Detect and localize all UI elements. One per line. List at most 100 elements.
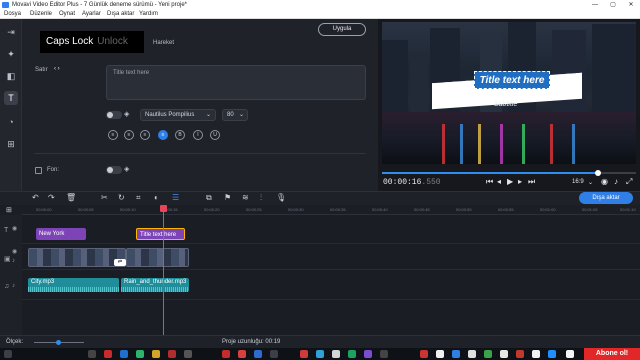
- next-frame-icon[interactable]: ▸: [518, 177, 522, 186]
- video-clip[interactable]: [28, 248, 126, 267]
- start-icon[interactable]: [4, 350, 12, 358]
- preview-title-text[interactable]: Title text here: [474, 71, 550, 89]
- menu-export[interactable]: Dışa aktar: [107, 10, 134, 19]
- audio-clip[interactable]: City.mp3: [28, 278, 119, 292]
- taskbar-app-icon[interactable]: [120, 350, 128, 358]
- menu-help[interactable]: Yardım: [139, 10, 158, 19]
- title-clip[interactable]: New York: [36, 228, 86, 240]
- taskbar-app-icon[interactable]: [300, 350, 308, 358]
- taskbar-app-icon[interactable]: [468, 350, 476, 358]
- font-select[interactable]: Nautilus Pompilius ⌄: [140, 109, 216, 121]
- preview-seek-bar[interactable]: [382, 170, 636, 176]
- taskbar-app-icon[interactable]: [452, 350, 460, 358]
- menu-settings[interactable]: Ayarlar: [82, 10, 101, 19]
- taskbar-app-icon[interactable]: [420, 350, 428, 358]
- taskbar-app-icon[interactable]: [270, 350, 278, 358]
- skip-forward-icon[interactable]: ⏭: [528, 177, 535, 187]
- audio-equalizer-icon[interactable]: ≋: [242, 193, 249, 202]
- menu-edit[interactable]: Düzenle: [30, 10, 52, 19]
- taskbar-app-icon[interactable]: [380, 350, 388, 358]
- zoom-slider-knob[interactable]: [56, 340, 61, 345]
- taskbar-app-icon[interactable]: [348, 350, 356, 358]
- taskbar-app-icon[interactable]: [548, 350, 556, 358]
- taskbar-app-icon[interactable]: [436, 350, 444, 358]
- maximize-button[interactable]: ▢: [604, 0, 622, 10]
- taskbar-app-icon[interactable]: [532, 350, 540, 358]
- seek-knob[interactable]: [595, 170, 601, 176]
- apply-button[interactable]: Uygula: [318, 23, 366, 36]
- subscribe-badge[interactable]: Abone ol!: [584, 348, 640, 360]
- microphone-icon[interactable]: 🎙: [276, 193, 286, 202]
- minimize-button[interactable]: —: [586, 0, 604, 10]
- video-clip[interactable]: [126, 248, 189, 267]
- font-size-select[interactable]: 80 ⌄: [222, 109, 248, 121]
- color-adjust-icon[interactable]: ◐: [154, 193, 159, 202]
- titles-icon[interactable]: T: [4, 91, 18, 105]
- line-nav-arrows[interactable]: ‹ ›: [54, 66, 60, 72]
- taskbar-app-icon[interactable]: [238, 350, 246, 358]
- add-track-icon[interactable]: ⊞: [6, 206, 12, 214]
- italic-button[interactable]: I: [193, 130, 203, 140]
- align-left-button[interactable]: ≡: [108, 130, 118, 140]
- background-toggle[interactable]: [106, 166, 122, 174]
- more-tools-icon[interactable]: ⊞: [4, 137, 18, 151]
- taskbar-app-icon[interactable]: [254, 350, 262, 358]
- fullscreen-icon[interactable]: ⤢: [626, 177, 632, 187]
- clip-properties-icon[interactable]: ☰: [172, 193, 179, 202]
- bold-button[interactable]: B: [175, 130, 185, 140]
- track-mute-icon[interactable]: ♪: [12, 283, 15, 289]
- rotate-icon[interactable]: ↻: [118, 193, 125, 202]
- transitions-icon[interactable]: ◧: [4, 69, 18, 83]
- redo-icon[interactable]: ↷: [48, 193, 55, 202]
- color-fill-icon[interactable]: ◈: [124, 165, 129, 173]
- taskbar-app-icon[interactable]: [152, 350, 160, 358]
- stickers-icon[interactable]: ◔: [4, 115, 18, 129]
- track-mute-icon[interactable]: ♪: [12, 258, 15, 264]
- taskbar-app-icon[interactable]: [222, 350, 230, 358]
- taskbar-app-icon[interactable]: [566, 350, 574, 358]
- flag-icon[interactable]: ⚑: [224, 193, 231, 202]
- video-preview[interactable]: Title text here Subtitle: [382, 22, 636, 164]
- taskbar-app-icon[interactable]: [500, 350, 508, 358]
- preview-subtitle-text[interactable]: Subtitle: [494, 101, 517, 108]
- outline-toggle[interactable]: [106, 111, 122, 119]
- color-fill-icon[interactable]: ◈: [124, 110, 129, 118]
- menu-file[interactable]: Dosya: [4, 10, 21, 19]
- volume-icon[interactable]: ♪: [614, 177, 618, 186]
- track-visibility-icon[interactable]: ◉: [12, 225, 17, 232]
- prev-frame-icon[interactable]: ◂: [497, 177, 501, 186]
- audio-levels-icon[interactable]: ⫶: [260, 193, 262, 203]
- aspect-ratio-select[interactable]: 16:9: [572, 179, 584, 185]
- taskbar-app-icon[interactable]: [484, 350, 492, 358]
- title-clip-selected[interactable]: Title text here: [136, 228, 185, 240]
- taskbar-app-icon[interactable]: [316, 350, 324, 358]
- background-checkbox[interactable]: [35, 167, 42, 174]
- playhead[interactable]: [163, 205, 164, 335]
- close-button[interactable]: ✕: [622, 0, 640, 10]
- align-justify-button[interactable]: ≡: [158, 130, 168, 140]
- taskbar-app-icon[interactable]: [168, 350, 176, 358]
- align-center-button[interactable]: ≡: [124, 130, 134, 140]
- transition-icon[interactable]: ⇄: [114, 259, 126, 266]
- taskbar-app-icon[interactable]: [136, 350, 144, 358]
- import-icon[interactable]: ⇥: [4, 25, 18, 39]
- crop-icon[interactable]: ⌗: [136, 193, 141, 203]
- cut-icon[interactable]: ✂: [101, 193, 108, 202]
- track-visibility-icon[interactable]: ◉: [12, 248, 17, 255]
- taskbar-app-icon[interactable]: [184, 350, 192, 358]
- tab-motion[interactable]: Hareket: [153, 40, 174, 46]
- playhead-handle[interactable]: [160, 205, 167, 212]
- delete-icon[interactable]: 🗑: [66, 193, 76, 202]
- taskbar-app-icon[interactable]: [516, 350, 524, 358]
- taskbar-app-icon[interactable]: [332, 350, 340, 358]
- insert-media-icon[interactable]: ⧉: [206, 193, 212, 203]
- chevron-down-icon[interactable]: ⌄: [588, 179, 593, 186]
- skip-back-icon[interactable]: ⏮: [486, 177, 493, 187]
- align-right-button[interactable]: ≡: [140, 130, 150, 140]
- undo-icon[interactable]: ↶: [32, 193, 39, 202]
- taskbar-app-icon[interactable]: [88, 350, 96, 358]
- audio-clip[interactable]: Rain_and_thunder.mp3: [121, 278, 189, 292]
- export-button[interactable]: Dışa aktar: [579, 192, 633, 204]
- underline-button[interactable]: U: [210, 130, 220, 140]
- taskbar-app-icon[interactable]: [104, 350, 112, 358]
